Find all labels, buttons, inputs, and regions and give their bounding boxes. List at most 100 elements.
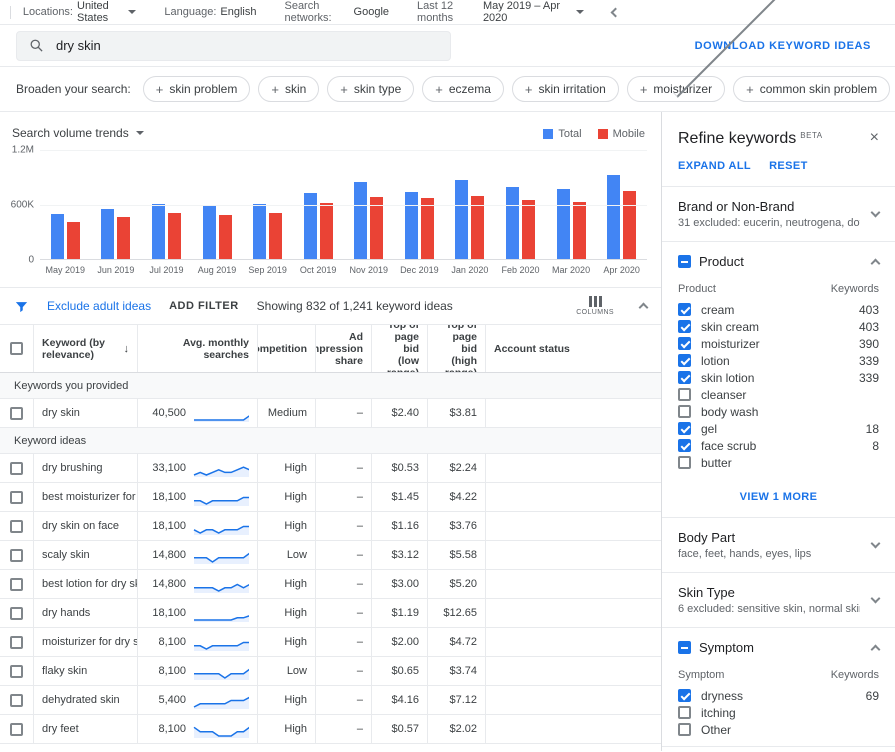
refine-item[interactable]: Other [662,721,895,738]
exclude-adult-ideas-link[interactable]: Exclude adult ideas [47,299,151,313]
table-row[interactable]: flaky skin8,100Low–$0.65$3.74 [0,657,661,686]
refine-item[interactable]: cream403 [662,301,895,318]
table-row[interactable]: dry skin on face18,100High–$1.16$3.76 [0,512,661,541]
row-checkbox[interactable] [10,549,23,562]
add-filter-button[interactable]: ADD FILTER [169,300,239,312]
refine-item[interactable]: skin lotion339 [662,369,895,386]
row-checkbox[interactable] [10,694,23,707]
checkbox[interactable] [678,456,691,469]
column-header-high-bid[interactable]: Top of page bid (high range) [428,325,486,372]
competition-cell: High [258,715,316,743]
caret-down-icon [128,10,136,14]
checkbox[interactable] [678,371,691,384]
table-row[interactable]: scaly skin14,800Low–$3.12$5.58 [0,541,661,570]
refine-item-count: 339 [859,354,879,368]
locations-value: United States [77,0,121,24]
row-checkbox[interactable] [10,520,23,533]
checkbox[interactable] [678,405,691,418]
refine-section-header[interactable]: Symptom [662,628,895,667]
column-header-low-bid[interactable]: Top of page bid (low range) [372,325,428,372]
refine-section-header[interactable]: Skin Type6 excluded: sensitive skin, nor… [662,573,895,627]
searches-cell: 33,100 [138,454,258,482]
filter-bar-right: COLUMNS [576,296,647,316]
checkbox[interactable] [678,422,691,435]
refine-item[interactable]: lotion339 [662,352,895,369]
indeterminate-checkbox[interactable] [678,641,691,654]
account-status-cell [486,715,661,743]
table-row[interactable]: moisturizer for dry skin8,100High–$2.00$… [0,628,661,657]
prev-period-icon[interactable] [611,7,621,17]
checkbox[interactable] [678,689,691,702]
refine-section-header[interactable]: Brand or Non-Brand31 excluded: eucerin, … [662,187,895,241]
column-header-keyword[interactable]: Keyword (by relevance) ↓ [34,325,138,372]
refine-item[interactable]: face scrub8 [662,437,895,454]
column-header-competition[interactable]: Competition [258,325,316,372]
broaden-chip[interactable]: +skin problem [143,76,251,102]
table-row[interactable]: best lotion for dry skin14,800High–$3.00… [0,570,661,599]
collapse-table-icon[interactable] [639,303,649,313]
networks-setting[interactable]: Search networks: Google [284,0,389,24]
refine-section-header[interactable]: Product [662,242,895,281]
search-volume-chart: 1.2M600K0 May 2019Jun 2019Jul 2019Aug 20… [0,144,661,275]
refine-item[interactable]: itching [662,704,895,721]
table-row[interactable]: dry skin40,500Medium–$2.40$3.81 [0,399,661,428]
row-checkbox[interactable] [10,636,23,649]
keyword-cell: dehydrated skin [34,686,138,714]
row-checkbox[interactable] [10,723,23,736]
table-row[interactable]: best moisturizer for dry ...18,100High–$… [0,483,661,512]
checkbox[interactable] [678,388,691,401]
keyword-search-box[interactable]: dry skin [16,31,451,61]
checkbox[interactable] [678,354,691,367]
legend-item-mobile: Mobile [598,128,645,140]
broaden-chip[interactable]: +common skin problem [733,76,890,102]
date-nav [612,9,895,16]
select-all-checkbox[interactable] [10,342,23,355]
column-header-account-status[interactable]: Account status [486,325,661,372]
refine-section-header[interactable]: Body Partface, feet, hands, eyes, lips [662,518,895,572]
table-row[interactable]: dry hands18,100High–$1.19$12.65 [0,599,661,628]
chart-title-dropdown[interactable]: Search volume trends [12,126,144,140]
refine-item[interactable]: cleanser [662,386,895,403]
broaden-chip[interactable]: +skin type [327,76,414,102]
checkbox[interactable] [678,320,691,333]
row-checkbox[interactable] [10,462,23,475]
refine-item[interactable]: body wash [662,403,895,420]
refine-item[interactable]: skin cream403 [662,318,895,335]
refine-section-title: Symptom [699,640,860,655]
high-bid-cell: $4.22 [428,483,486,511]
table-row[interactable]: dehydrated skin5,400High–$4.16$7.12 [0,686,661,715]
locations-setting[interactable]: Locations: United States [23,0,137,24]
columns-button[interactable]: COLUMNS [576,296,614,316]
view-more-link[interactable]: VIEW 1 MORE [662,479,895,517]
broaden-chip[interactable]: +skin irritation [512,76,619,102]
row-checkbox[interactable] [10,607,23,620]
daterange-setting[interactable]: Last 12 months May 2019 – Apr 2020 [417,0,584,24]
row-checkbox[interactable] [10,578,23,591]
checkbox[interactable] [678,439,691,452]
refine-item[interactable]: gel18 [662,420,895,437]
indeterminate-checkbox[interactable] [678,255,691,268]
table-row[interactable]: dry brushing33,100High–$0.53$2.24 [0,454,661,483]
column-header-searches[interactable]: Avg. monthly searches [138,325,258,372]
checkbox[interactable] [678,723,691,736]
broaden-chip[interactable]: +skin [258,76,319,102]
checkbox[interactable] [678,337,691,350]
row-checkbox[interactable] [10,491,23,504]
refine-item[interactable]: dryness69 [662,687,895,704]
account-status-cell [486,657,661,685]
refine-item[interactable]: moisturizer390 [662,335,895,352]
checkbox[interactable] [678,303,691,316]
checkbox[interactable] [678,706,691,719]
table-row[interactable]: dry feet8,100High–$0.57$2.02 [0,715,661,744]
row-checkbox[interactable] [10,407,23,420]
close-icon[interactable]: × [870,130,879,146]
expand-all-link[interactable]: EXPAND ALL [678,160,751,172]
refine-section-header[interactable]: Condition [662,747,895,751]
language-setting[interactable]: Language: English [164,6,256,18]
row-checkbox[interactable] [10,665,23,678]
reset-link[interactable]: RESET [769,160,808,172]
high-bid-cell: $12.65 [428,599,486,627]
broaden-chip[interactable]: +eczema [422,76,504,102]
column-header-ad-share[interactable]: Ad impression share [316,325,372,372]
refine-item[interactable]: butter [662,454,895,471]
